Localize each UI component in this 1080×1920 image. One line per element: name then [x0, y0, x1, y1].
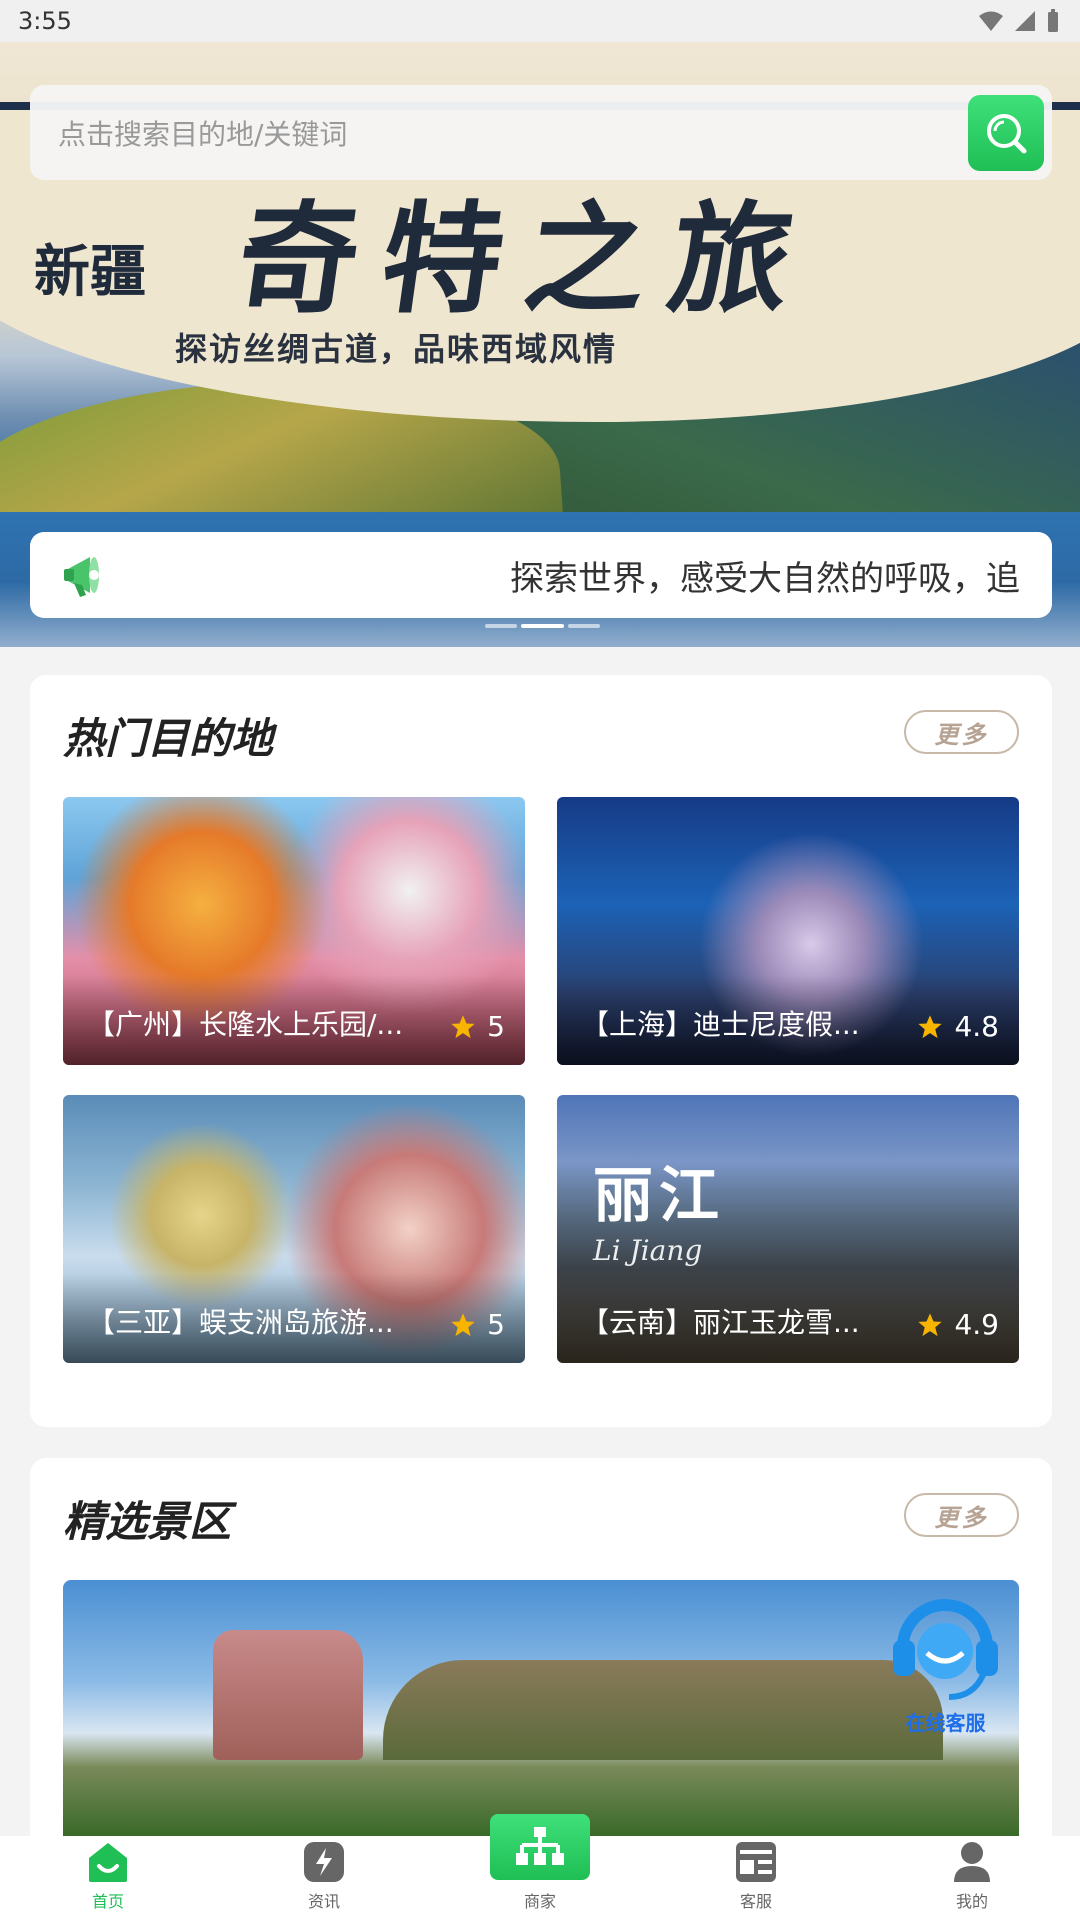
destination-rating: 4.9 — [916, 1308, 999, 1341]
destination-caption: 【广州】长隆水上乐园/... 5 — [63, 975, 525, 1065]
bottom-navigation: 首页 资讯 商家 客服 我的 — [0, 1814, 1080, 1920]
notice-bar[interactable]: 探索世界，感受大自然的呼吸，追 — [30, 532, 1052, 618]
star-icon — [918, 1312, 943, 1336]
nav-label: 资讯 — [307, 1892, 340, 1911]
scenic-ridge — [383, 1660, 943, 1760]
banner-title-text: 奇特之旅 — [228, 189, 825, 330]
destination-name: 【三亚】蜈支洲岛旅游... — [87, 1306, 394, 1339]
service-icon — [736, 1842, 776, 1882]
destination-caption: 【三亚】蜈支洲岛旅游... 5 — [63, 1273, 525, 1363]
profile-icon — [954, 1842, 990, 1882]
hot-destinations-section: 热门目的地 更多 【广州】长隆水上乐园/... 5 【上海】迪士尼度假... 4… — [30, 675, 1052, 1427]
nav-item-profile[interactable]: 我的 — [864, 1836, 1080, 1920]
signal-icon — [1015, 11, 1035, 31]
destination-name: 【上海】迪士尼度假... — [581, 1008, 860, 1041]
pagination-dot[interactable] — [567, 624, 600, 628]
section-title: 精选景区 — [63, 1497, 232, 1546]
star-icon — [451, 1014, 475, 1038]
nav-item-merchant[interactable]: 商家 — [432, 1814, 648, 1920]
scenic-rock — [213, 1630, 363, 1760]
search-icon — [987, 114, 1027, 154]
lijiang-overlay: 丽江 Li Jiang — [593, 1147, 725, 1267]
merchant-center-button[interactable] — [490, 1814, 590, 1880]
destination-card[interactable]: 【广州】长隆水上乐园/... 5 — [63, 797, 525, 1065]
pagination-dot-active[interactable] — [521, 624, 564, 628]
destination-rating: 5 — [449, 1308, 505, 1341]
notice-text: 探索世界，感受大自然的呼吸，追 — [510, 558, 1020, 599]
destination-name: 【云南】丽江玉龙雪... — [581, 1306, 860, 1339]
destination-name: 【广州】长隆水上乐园/... — [87, 1008, 404, 1041]
search-input[interactable]: 点击搜索目的地/关键词 — [58, 113, 1052, 153]
status-time: 3:55 — [18, 7, 72, 35]
rating-value: 5 — [487, 1010, 505, 1043]
nav-item-news[interactable]: 资讯 — [216, 1836, 432, 1920]
more-button[interactable]: 更多 — [904, 1493, 1019, 1537]
news-icon — [304, 1842, 344, 1882]
destination-card[interactable]: 丽江 Li Jiang 【云南】丽江玉龙雪... 4.9 — [557, 1095, 1019, 1363]
search-button[interactable] — [968, 95, 1044, 171]
nav-label: 客服 — [739, 1892, 772, 1911]
headset-icon — [893, 1599, 998, 1700]
online-service-float[interactable]: 在线客服 — [883, 1585, 1008, 1735]
megaphone-icon — [64, 557, 99, 597]
banner-pagination — [485, 624, 600, 630]
pagination-dot[interactable] — [485, 624, 518, 628]
battery-icon — [1048, 9, 1058, 32]
wifi-icon — [979, 11, 1003, 31]
home-icon — [89, 1843, 127, 1882]
status-bar: 3:55 — [0, 0, 1080, 42]
rating-value: 4.9 — [954, 1308, 999, 1341]
destination-rating: 4.8 — [916, 1010, 999, 1043]
nav-item-home[interactable]: 首页 — [0, 1836, 216, 1920]
destination-caption: 【云南】丽江玉龙雪... 4.9 — [557, 1273, 1019, 1363]
merchant-icon — [516, 1827, 564, 1865]
destination-card[interactable]: 【三亚】蜈支洲岛旅游... 5 — [63, 1095, 525, 1363]
banner-region-text: 新疆 — [34, 239, 146, 305]
nav-label: 首页 — [91, 1892, 124, 1911]
nav-item-service[interactable]: 客服 — [648, 1836, 864, 1920]
rating-value: 5 — [487, 1308, 505, 1341]
rating-value: 4.8 — [954, 1010, 999, 1043]
nav-label: 我的 — [955, 1892, 988, 1911]
banner-subtitle-text: 探访丝绸古道，品味西域风情 — [175, 330, 618, 368]
star-icon — [451, 1312, 475, 1336]
more-button[interactable]: 更多 — [904, 710, 1019, 754]
online-service-label: 在线客服 — [905, 1711, 986, 1735]
lijiang-overlay-en: Li Jiang — [593, 1234, 703, 1267]
section-title: 热门目的地 — [63, 714, 274, 763]
search-bar[interactable]: 点击搜索目的地/关键词 — [30, 85, 1052, 180]
destination-card[interactable]: 【上海】迪士尼度假... 4.8 — [557, 797, 1019, 1065]
lijiang-overlay-cn: 丽江 — [593, 1161, 725, 1231]
destination-rating: 5 — [449, 1010, 505, 1043]
destination-caption: 【上海】迪士尼度假... 4.8 — [557, 975, 1019, 1065]
notice-icon-wrap — [30, 545, 150, 605]
status-icons — [978, 9, 1060, 33]
nav-label: 商家 — [523, 1892, 556, 1911]
star-icon — [918, 1014, 943, 1038]
